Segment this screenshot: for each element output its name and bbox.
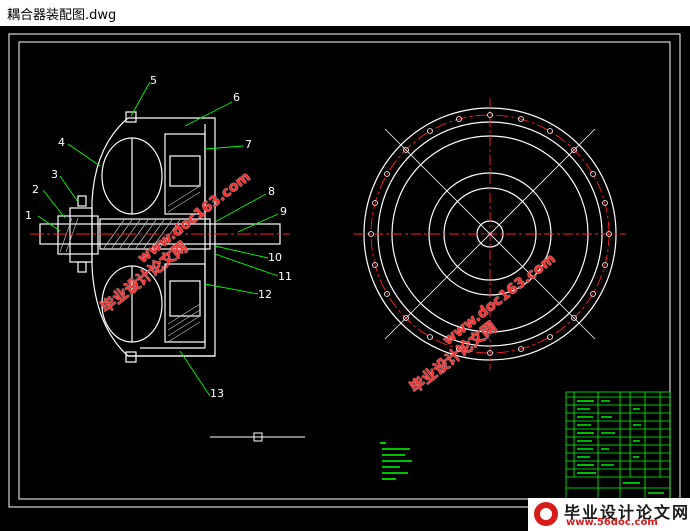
part-label-5: 5 (150, 74, 157, 87)
brand-logo-icon (534, 502, 558, 526)
part-label-8: 8 (268, 185, 275, 198)
part-label-2: 2 (32, 183, 39, 196)
window-title: 耦合器装配图.dwg (7, 8, 117, 23)
part-label-10: 10 (268, 251, 282, 264)
part-label-6: 6 (233, 91, 240, 104)
site-brand: 毕业设计论文网 www.56doc.com (528, 498, 690, 531)
scale-indicator (210, 432, 305, 442)
outer-frame (8, 33, 681, 508)
window-titlebar: 耦合器装配图.dwg (0, 0, 690, 26)
part-label-3: 3 (51, 168, 58, 181)
part-label-12: 12 (258, 288, 272, 301)
part-label-9: 9 (280, 205, 287, 218)
title-block (565, 391, 671, 500)
part-label-11: 11 (278, 270, 292, 283)
part-label-7: 7 (245, 138, 252, 151)
part-label-13: 13 (210, 387, 224, 400)
technical-notes (380, 442, 412, 480)
assembly-drawing: 1 2 3 4 5 6 7 8 9 10 11 12 13 (8, 33, 681, 508)
part-label-1: 1 (25, 209, 32, 222)
cad-viewport[interactable]: 1 2 3 4 5 6 7 8 9 10 11 12 13 毕业设计论文网 ww… (0, 26, 690, 531)
brand-url: www.56doc.com (566, 517, 658, 528)
title-block-text (577, 400, 664, 494)
part-label-4: 4 (58, 136, 65, 149)
